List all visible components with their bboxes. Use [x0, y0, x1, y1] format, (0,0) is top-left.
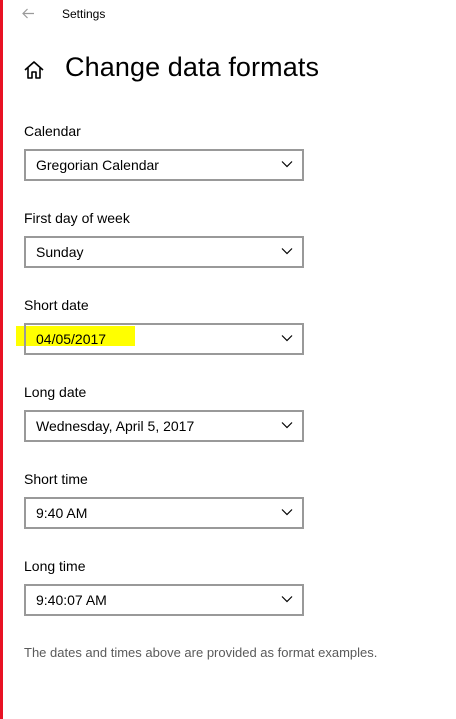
first-day-value: Sunday: [36, 244, 84, 260]
calendar-field: Calendar Gregorian Calendar: [24, 121, 304, 181]
chevron-down-icon: [281, 422, 293, 429]
calendar-value: Gregorian Calendar: [36, 157, 159, 173]
page-title: Change data formats: [65, 52, 320, 82]
chevron-down-icon: [281, 161, 293, 168]
window-left-edge: [0, 0, 3, 719]
chevron-down-icon: [281, 248, 293, 255]
window-title: Settings: [62, 7, 106, 21]
short-date-value: 04/05/2017: [36, 331, 107, 347]
short-date-field: Short date 04/05/2017: [24, 295, 304, 355]
short-time-field: Short time 9:40 AM: [24, 469, 304, 529]
short-time-value: 9:40 AM: [36, 505, 88, 521]
long-time-field: Long time 9:40:07 AM: [24, 556, 304, 616]
long-time-label: Long time: [24, 558, 86, 574]
arrow-left-icon: [21, 8, 34, 18]
short-time-dropdown[interactable]: 9:40 AM: [24, 497, 304, 529]
first-day-field: First day of week Sunday: [24, 208, 304, 268]
page-header: Change data formats: [0, 50, 456, 90]
long-time-value: 9:40:07 AM: [36, 592, 107, 608]
calendar-label: Calendar: [24, 123, 81, 139]
long-date-value: Wednesday, April 5, 2017: [36, 418, 195, 434]
chevron-down-icon: [281, 509, 293, 516]
short-time-label: Short time: [24, 471, 88, 487]
title-bar: Settings: [3, 0, 456, 30]
chevron-down-icon: [281, 335, 293, 342]
first-day-dropdown[interactable]: Sunday: [24, 236, 304, 268]
short-date-dropdown[interactable]: 04/05/2017: [24, 323, 304, 355]
long-time-dropdown[interactable]: 9:40:07 AM: [24, 584, 304, 616]
format-examples-note: The dates and times above are provided a…: [24, 645, 378, 660]
long-date-field: Long date Wednesday, April 5, 2017: [24, 382, 304, 442]
calendar-dropdown[interactable]: Gregorian Calendar: [24, 149, 304, 181]
chevron-down-icon: [281, 596, 293, 603]
back-button[interactable]: [17, 2, 39, 24]
short-date-label: Short date: [24, 297, 89, 313]
long-date-dropdown[interactable]: Wednesday, April 5, 2017: [24, 410, 304, 442]
first-day-label: First day of week: [24, 210, 130, 226]
long-date-label: Long date: [24, 384, 87, 400]
home-icon[interactable]: [23, 60, 45, 80]
